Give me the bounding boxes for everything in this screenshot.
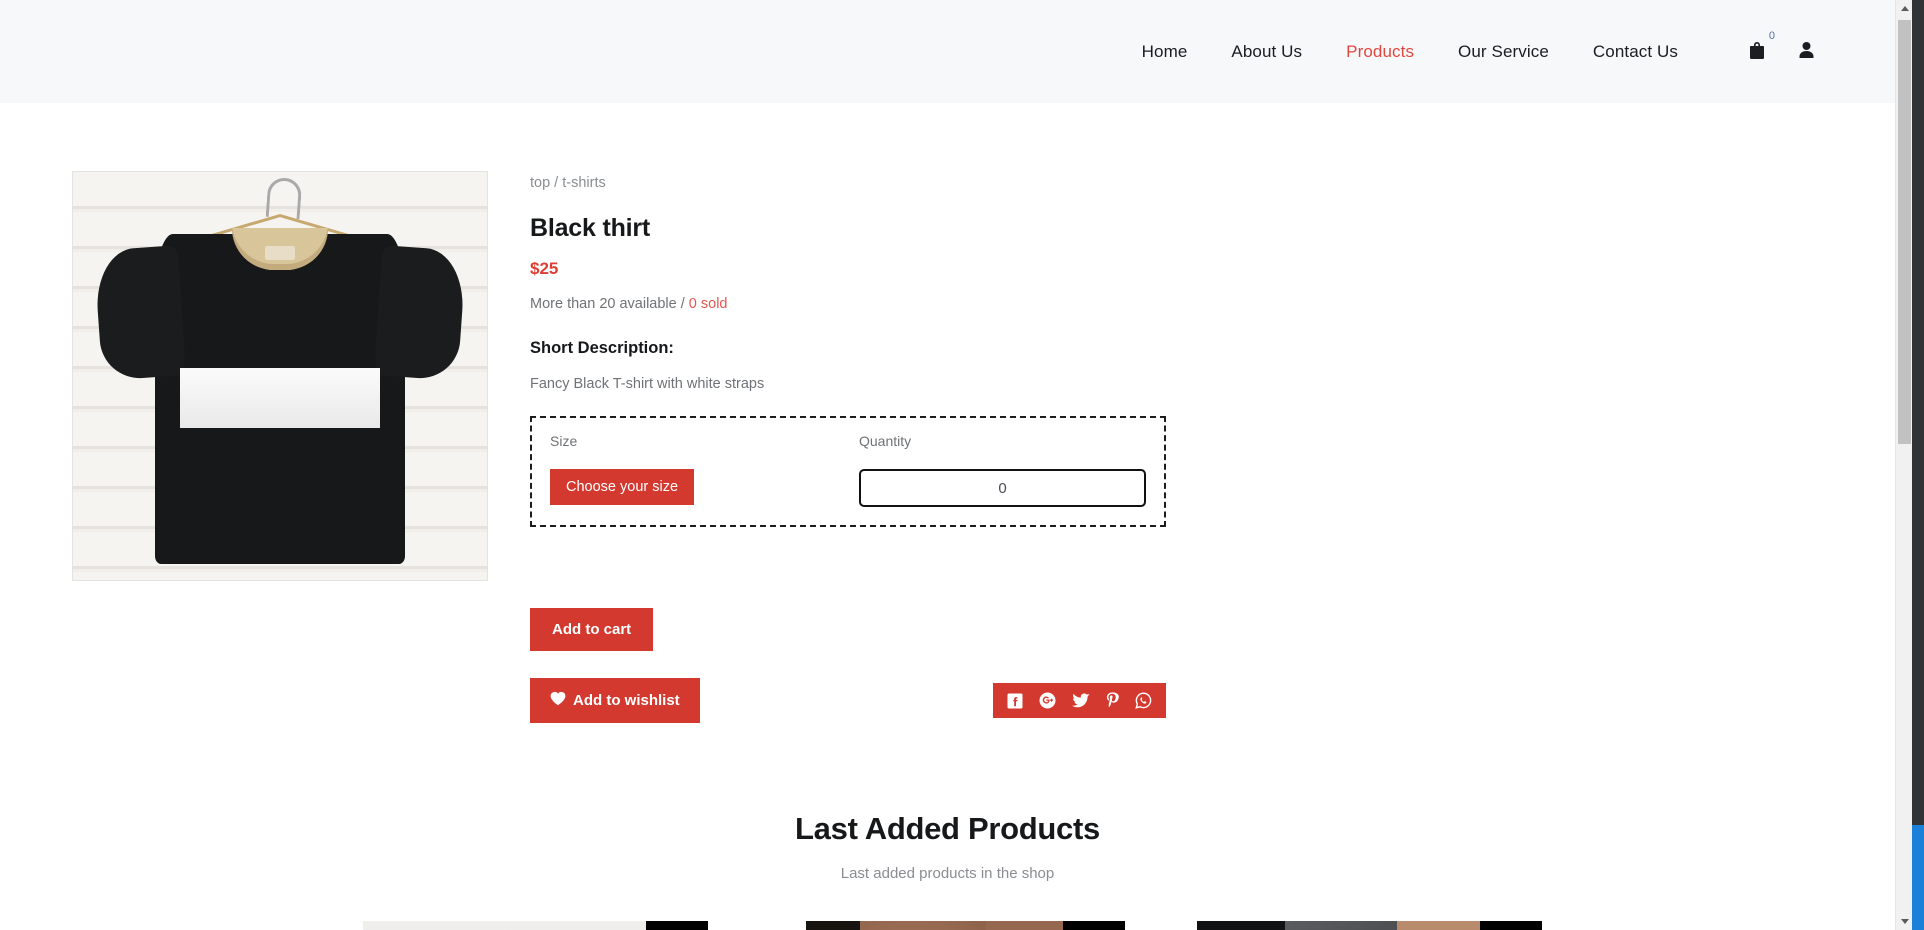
nav-link-our-service[interactable]: Our Service	[1436, 42, 1571, 61]
new-badge: NEW	[1480, 921, 1542, 930]
product-card[interactable]: NEW	[363, 921, 708, 930]
nav-item-products[interactable]: Products	[1324, 42, 1436, 62]
short-description-text: Fancy Black T-shirt with white straps	[530, 376, 765, 392]
available-count: More than 20 available /	[530, 296, 689, 312]
twitter-icon[interactable]	[1072, 693, 1090, 708]
tshirt-left-sleeve-shape	[93, 245, 187, 381]
social-share-bar	[993, 683, 1166, 718]
cart-button[interactable]: 0	[1748, 30, 1775, 63]
tshirt-label-shape	[265, 246, 295, 260]
nav-link-products[interactable]: Products	[1324, 42, 1436, 61]
nav-link-home[interactable]: Home	[1120, 42, 1210, 61]
new-badge: NEW	[1063, 921, 1125, 930]
last-added-products-section: Last Added Products Last added products …	[0, 811, 1895, 930]
product-info-column: top / t-shirts Black thirt $25 More than…	[530, 171, 1895, 723]
heart-icon	[550, 691, 566, 710]
page-title: Black thirt	[530, 214, 651, 242]
add-to-cart-button[interactable]: Add to cart	[530, 608, 654, 651]
size-option-group: Size Choose your size	[550, 433, 859, 507]
tshirt-white-stripe-shape	[180, 368, 380, 428]
product-options-panel: Size Choose your size Quantity	[530, 416, 1166, 527]
nav-item-about-us[interactable]: About Us	[1209, 42, 1324, 62]
product-image[interactable]	[72, 171, 488, 581]
quantity-input[interactable]	[859, 469, 1146, 507]
product-card[interactable]: NEW	[780, 921, 1125, 930]
account-button[interactable]	[1798, 41, 1815, 62]
site-header: Home About Us Products Our Service Conta…	[0, 0, 1895, 103]
page-scrollbar[interactable]	[1895, 0, 1912, 930]
nav-item-home[interactable]: Home	[1120, 42, 1210, 62]
nav-link-about-us[interactable]: About Us	[1209, 42, 1324, 61]
section-subtitle: Last added products in the shop	[840, 865, 1055, 882]
card-arm-shape	[986, 921, 1066, 930]
scroll-down-arrow-icon[interactable]	[1896, 913, 1913, 930]
google-plus-icon[interactable]	[1039, 692, 1056, 709]
hanger-hook-shape	[265, 176, 303, 220]
breadcrumb[interactable]: top / t-shirts	[530, 175, 1895, 191]
scroll-up-arrow-icon[interactable]	[1896, 0, 1913, 17]
user-icon	[1798, 41, 1815, 62]
short-description-label: Short Description:	[530, 339, 674, 357]
whatsapp-icon[interactable]	[1135, 692, 1152, 709]
add-to-wishlist-label: Add to wishlist	[573, 692, 680, 709]
header-icons: 0	[1748, 30, 1815, 63]
quantity-option-group: Quantity	[859, 433, 1146, 507]
main-navigation: Home About Us Products Our Service Conta…	[1120, 42, 1700, 62]
section-title: Last Added Products	[795, 811, 1100, 846]
cart-count-badge: 0	[1768, 29, 1775, 42]
nav-item-contact-us[interactable]: Contact Us	[1571, 42, 1700, 62]
facebook-icon[interactable]	[1007, 693, 1023, 709]
scrollbar-thumb[interactable]	[1898, 20, 1911, 444]
pinterest-icon[interactable]	[1106, 692, 1119, 709]
card-face-shape	[1397, 921, 1483, 930]
sold-count: 0 sold	[688, 296, 728, 312]
product-cards-row: NEW NEW NEW	[0, 921, 1895, 930]
product-card[interactable]: NEW	[1197, 921, 1542, 930]
product-image-column	[0, 171, 530, 581]
page-viewport: Home About Us Products Our Service Conta…	[0, 0, 1895, 930]
new-badge: NEW	[646, 921, 708, 930]
nav-link-contact-us[interactable]: Contact Us	[1571, 42, 1700, 61]
nav-item-our-service[interactable]: Our Service	[1436, 42, 1571, 62]
shopping-bag-icon	[1748, 41, 1766, 63]
product-detail-section: top / t-shirts Black thirt $25 More than…	[0, 103, 1895, 723]
tshirt-right-sleeve-shape	[373, 245, 467, 381]
product-price: $25	[530, 259, 559, 278]
window-edge-accent	[1912, 825, 1924, 930]
card-hair-shape	[806, 921, 860, 930]
size-label: Size	[550, 433, 578, 449]
window-right-edge	[1912, 0, 1924, 930]
stock-status: More than 20 available / 0 sold	[530, 296, 1895, 312]
choose-size-button[interactable]: Choose your size	[550, 469, 695, 505]
add-to-wishlist-button[interactable]: Add to wishlist	[530, 678, 700, 723]
wishlist-and-share-row: Add to wishlist	[530, 678, 1166, 723]
quantity-label: Quantity	[859, 433, 912, 449]
